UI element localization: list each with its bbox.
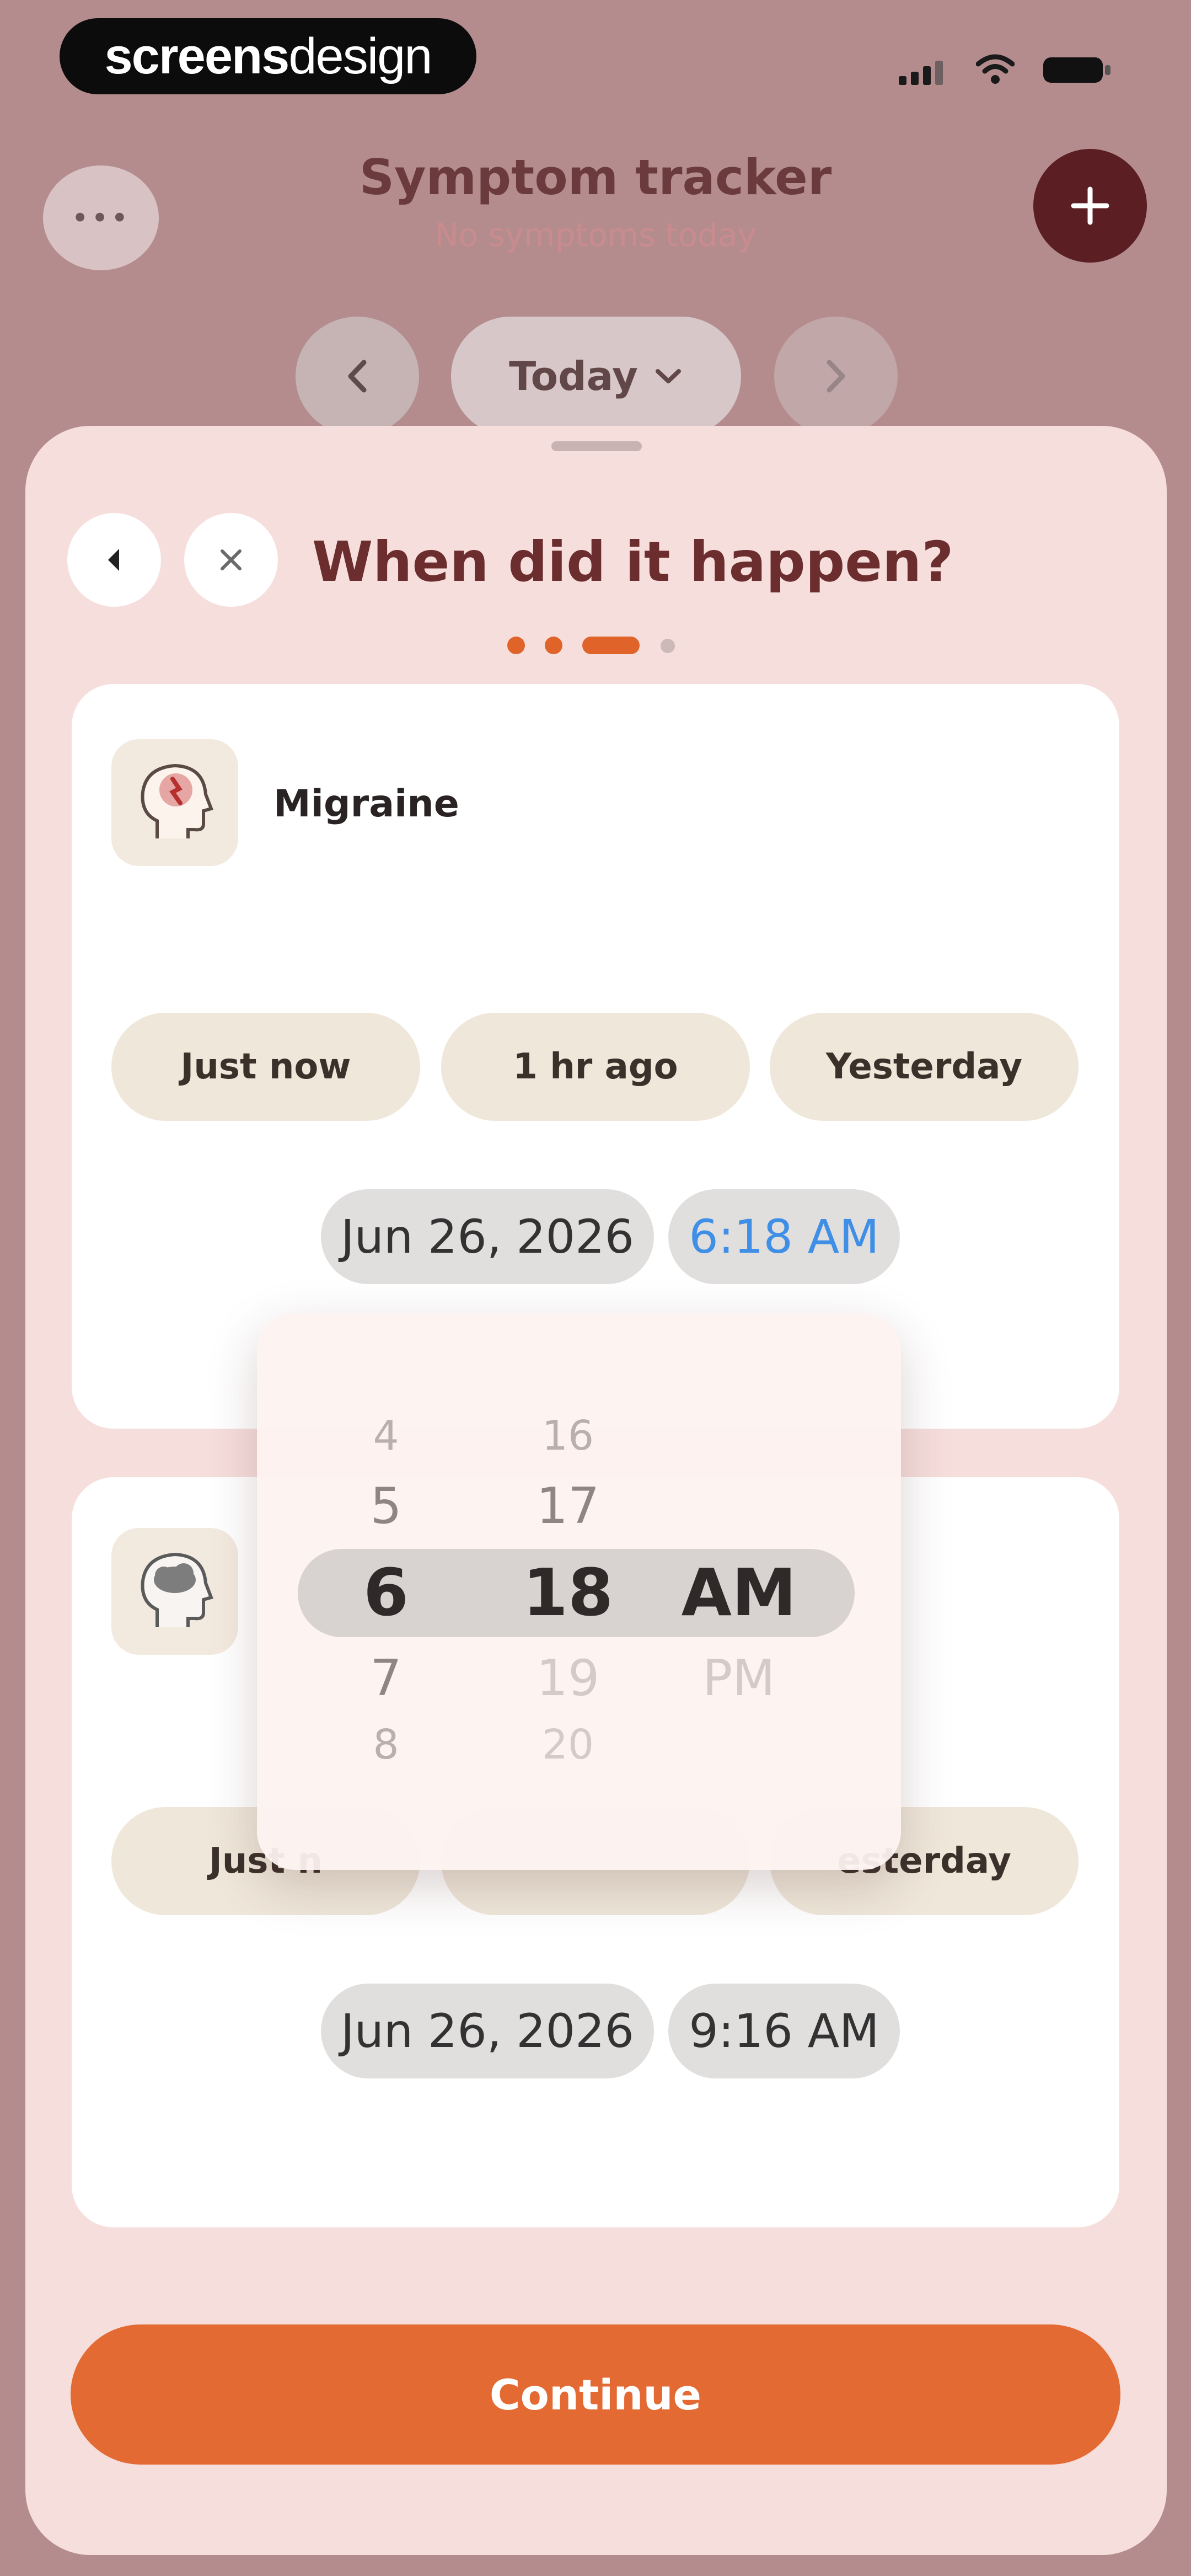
period-option[interactable]: PM xyxy=(667,1649,811,1707)
progress-step-1 xyxy=(507,637,525,654)
time-field-active[interactable]: 6:18 AM xyxy=(668,1189,900,1284)
wifi-icon xyxy=(976,54,1015,84)
back-arrow-icon xyxy=(108,549,119,571)
next-day-button[interactable] xyxy=(774,317,898,436)
page-subtitle: No symptoms today xyxy=(434,216,757,254)
chevron-right-icon xyxy=(827,360,845,393)
plus-icon xyxy=(1071,186,1109,225)
progress-step-3-current xyxy=(582,637,640,654)
close-icon xyxy=(221,549,242,570)
page-title: Symptom tracker xyxy=(359,149,832,206)
hour-option[interactable]: 8 xyxy=(331,1721,441,1768)
brand-text-light: design xyxy=(288,28,432,84)
add-symptom-button[interactable] xyxy=(1033,149,1147,263)
one-hour-ago-chip[interactable]: 1 hr ago xyxy=(441,1013,750,1121)
ellipsis-icon: ••• xyxy=(71,200,131,236)
minute-option[interactable]: 17 xyxy=(513,1477,623,1535)
minute-option[interactable]: 20 xyxy=(513,1721,623,1768)
sheet-grabber[interactable] xyxy=(551,441,642,451)
hour-option[interactable]: 5 xyxy=(331,1477,441,1535)
head-fog-icon xyxy=(111,1528,238,1655)
yesterday-chip[interactable]: Yesterday xyxy=(770,1013,1079,1121)
hour-option[interactable]: 4 xyxy=(331,1412,441,1460)
step-progress-indicator xyxy=(507,633,684,654)
progress-step-2 xyxy=(545,637,562,654)
brand-text-bold: screens xyxy=(104,28,290,84)
back-button[interactable] xyxy=(67,513,161,607)
minute-selected[interactable]: 18 xyxy=(513,1554,623,1631)
sheet-question: When did it happen? xyxy=(312,530,954,594)
symptom-name: Migraine xyxy=(273,782,459,826)
time-field[interactable]: 9:16 AM xyxy=(668,1984,900,2078)
progress-step-4 xyxy=(661,639,675,653)
battery-icon xyxy=(1043,57,1110,83)
date-field[interactable]: Jun 26, 2026 xyxy=(321,1189,654,1284)
period-selected[interactable]: AM xyxy=(667,1554,811,1631)
hour-option[interactable]: 7 xyxy=(331,1649,441,1707)
brand-logo: screens design xyxy=(60,18,476,94)
date-field[interactable]: Jun 26, 2026 xyxy=(321,1984,654,2078)
minute-option[interactable]: 19 xyxy=(513,1649,623,1707)
chevron-down-icon xyxy=(655,369,681,383)
just-now-chip[interactable]: Just now xyxy=(111,1013,420,1121)
more-options-button[interactable]: ••• xyxy=(43,165,159,270)
close-button[interactable] xyxy=(184,513,278,607)
head-migraine-icon xyxy=(111,739,238,866)
date-selector-label: Today xyxy=(509,353,638,399)
hour-selected[interactable]: 6 xyxy=(331,1554,441,1631)
previous-day-button[interactable] xyxy=(296,317,419,436)
minute-option[interactable]: 16 xyxy=(513,1412,623,1460)
date-selector[interactable]: Today xyxy=(451,317,741,436)
cellular-signal-icon xyxy=(899,61,943,85)
chevron-left-icon xyxy=(348,360,367,393)
continue-button[interactable]: Continue xyxy=(71,2324,1120,2465)
